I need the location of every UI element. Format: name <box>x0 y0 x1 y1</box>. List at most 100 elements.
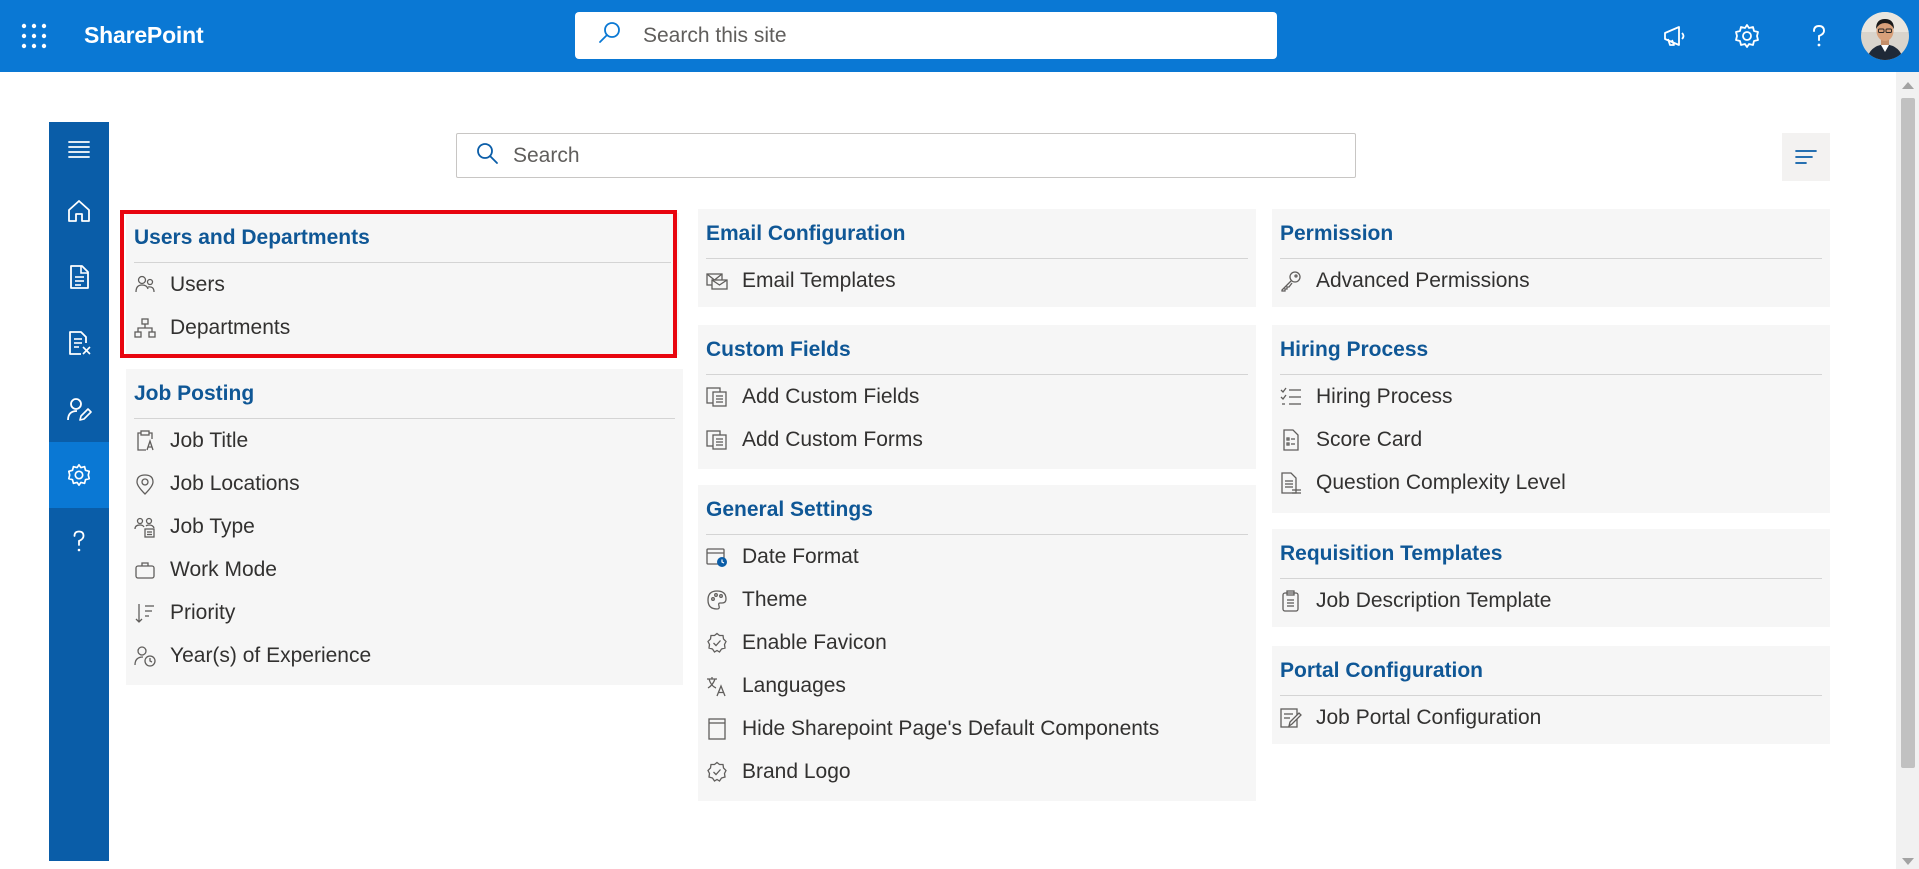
help-icon[interactable] <box>1783 0 1855 72</box>
search-icon <box>597 20 623 51</box>
home-icon[interactable] <box>49 178 109 244</box>
person-edit-icon[interactable] <box>49 376 109 442</box>
people-settings-icon <box>134 516 156 538</box>
card-title: Hiring Process <box>1280 325 1822 375</box>
settings-item-add-custom-forms[interactable]: Add Custom Forms <box>706 418 1248 461</box>
item-label: Date Format <box>742 544 859 568</box>
key-icon <box>1280 270 1302 292</box>
scroll-thumb[interactable] <box>1901 98 1915 768</box>
card-permission: Permission Advanced Permissions <box>1272 209 1830 307</box>
settings-item-users[interactable]: Users <box>134 263 671 306</box>
item-label: Job Title <box>170 428 249 452</box>
item-label: Hide Sharepoint Page's Default Component… <box>742 716 1160 740</box>
gear-icon[interactable] <box>1711 0 1783 72</box>
megaphone-icon[interactable] <box>1639 0 1711 72</box>
settings-item-hide-default-components[interactable]: Hide Sharepoint Page's Default Component… <box>706 707 1248 750</box>
waffle-icon[interactable] <box>20 22 48 50</box>
settings-item-email-templates[interactable]: Email Templates <box>706 259 1248 302</box>
item-label: Year(s) of Experience <box>170 643 372 667</box>
settings-item-add-custom-fields[interactable]: Add Custom Fields <box>706 375 1248 418</box>
item-label: Brand Logo <box>742 759 851 783</box>
calendar-clock-icon <box>706 546 728 568</box>
document-icon[interactable] <box>49 244 109 310</box>
card-hiring-process: Hiring Process Hiring Process Score Card… <box>1272 325 1830 513</box>
item-label: Job Type <box>170 514 255 538</box>
site-search-box[interactable] <box>575 12 1277 59</box>
item-label: Add Custom Fields <box>742 384 920 408</box>
clipboard-icon <box>1280 589 1302 612</box>
settings-item-enable-favicon[interactable]: Enable Favicon <box>706 621 1248 664</box>
item-label: Users <box>170 272 225 296</box>
settings-search-input[interactable] <box>513 143 1333 168</box>
settings-item-theme[interactable]: Theme <box>706 578 1248 621</box>
card-general-settings: General Settings Date Format Theme Enabl… <box>698 485 1256 801</box>
item-label: Priority <box>170 600 236 624</box>
app-nav-rail <box>49 122 109 861</box>
settings-item-job-title[interactable]: Job Title <box>134 419 675 462</box>
settings-item-priority[interactable]: Priority <box>134 591 675 634</box>
page-scrollbar[interactable] <box>1896 72 1919 869</box>
card-job-posting: Job Posting Job Title Job Locations Job … <box>126 369 683 685</box>
scroll-up-arrow[interactable] <box>1902 82 1914 89</box>
badge-check-icon <box>706 632 728 654</box>
card-title: Custom Fields <box>706 325 1248 375</box>
item-label: Departments <box>170 315 291 339</box>
settings-item-advanced-permissions[interactable]: Advanced Permissions <box>1280 259 1822 302</box>
clipboard-text-icon <box>134 429 156 452</box>
site-search-input[interactable] <box>643 23 1243 48</box>
form-copy-icon <box>706 386 728 408</box>
app-brand[interactable]: SharePoint <box>84 22 204 49</box>
page-icon <box>706 717 728 740</box>
card-custom-fields: Custom Fields Add Custom Fields Add Cust… <box>698 325 1256 469</box>
location-pin-icon <box>134 473 156 495</box>
menu-icon[interactable] <box>49 122 109 178</box>
card-title: General Settings <box>706 485 1248 535</box>
search-icon <box>475 141 499 170</box>
item-label: Add Custom Forms <box>742 427 923 451</box>
item-label: Email Templates <box>742 268 896 292</box>
settings-item-job-portal-configuration[interactable]: Job Portal Configuration <box>1280 696 1822 739</box>
card-requisition-templates: Requisition Templates Job Description Te… <box>1272 529 1830 627</box>
settings-search-box[interactable] <box>456 133 1356 178</box>
people-icon <box>134 274 156 296</box>
item-label: Question Complexity Level <box>1316 470 1566 494</box>
settings-item-languages[interactable]: Languages <box>706 664 1248 707</box>
form-edit-icon <box>1280 707 1302 729</box>
settings-item-departments[interactable]: Departments <box>134 306 671 349</box>
settings-item-score-card[interactable]: Score Card <box>1280 418 1822 461</box>
item-label: Languages <box>742 673 846 697</box>
item-label: Theme <box>742 587 808 611</box>
settings-item-work-mode[interactable]: Work Mode <box>134 548 675 591</box>
item-label: Enable Favicon <box>742 630 887 654</box>
settings-item-job-locations[interactable]: Job Locations <box>134 462 675 505</box>
palette-icon <box>706 589 728 611</box>
badge-check-icon <box>706 761 728 783</box>
rail-gear-icon[interactable] <box>49 442 109 508</box>
document-x-icon[interactable] <box>49 310 109 376</box>
card-title: Users and Departments <box>134 213 671 263</box>
settings-item-job-description-template[interactable]: Job Description Template <box>1280 579 1822 622</box>
sort-button[interactable] <box>1782 133 1830 181</box>
translate-icon <box>706 675 728 697</box>
item-label: Work Mode <box>170 557 277 581</box>
settings-item-date-format[interactable]: Date Format <box>706 535 1248 578</box>
avatar[interactable] <box>1861 12 1909 60</box>
scroll-down-arrow[interactable] <box>1902 858 1914 865</box>
settings-item-hiring-process[interactable]: Hiring Process <box>1280 375 1822 418</box>
org-chart-icon <box>134 317 156 339</box>
settings-item-question-complexity[interactable]: Question Complexity Level <box>1280 461 1822 504</box>
card-title: Portal Configuration <box>1280 646 1822 696</box>
settings-item-experience[interactable]: Year(s) of Experience <box>134 634 675 677</box>
card-title: Job Posting <box>134 369 675 419</box>
suite-bar: SharePoint <box>0 0 1919 72</box>
sort-descending-icon <box>134 602 156 624</box>
item-label: Hiring Process <box>1316 384 1453 408</box>
person-clock-icon <box>134 645 156 667</box>
settings-item-job-type[interactable]: Job Type <box>134 505 675 548</box>
item-label: Job Portal Configuration <box>1316 705 1542 729</box>
document-lines-icon <box>1280 471 1302 494</box>
rail-help-icon[interactable] <box>49 508 109 574</box>
item-label: Job Locations <box>170 471 300 495</box>
settings-item-brand-logo[interactable]: Brand Logo <box>706 750 1248 793</box>
card-title: Requisition Templates <box>1280 529 1822 579</box>
